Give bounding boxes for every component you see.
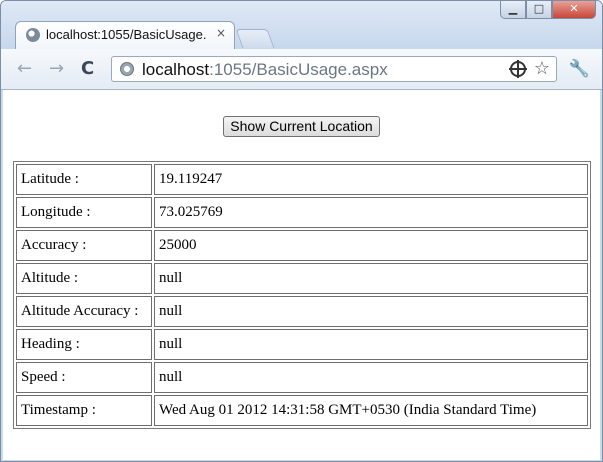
browser-tab[interactable]: localhost:1055/BasicUsage. × xyxy=(15,21,235,49)
row-label: Altitude Accuracy : xyxy=(16,296,152,327)
address-bar[interactable]: localhost:1055/BasicUsage.aspx ☆ xyxy=(111,56,557,82)
back-arrow-icon[interactable]: ← xyxy=(17,59,32,79)
page-icon xyxy=(120,62,134,76)
row-label: Heading : xyxy=(16,329,152,360)
maximize-button[interactable]: □ xyxy=(526,1,552,19)
row-value: null xyxy=(154,296,588,327)
row-value: Wed Aug 01 2012 14:31:58 GMT+0530 (India… xyxy=(154,395,588,426)
forward-arrow-icon[interactable]: → xyxy=(49,59,64,79)
browser-window: localhost:1055/BasicUsage. × ▁ □ ✕ ← → C… xyxy=(0,0,603,462)
table-row: Longitude : 73.025769 xyxy=(16,197,588,228)
row-value: null xyxy=(154,263,588,294)
row-value: null xyxy=(154,329,588,360)
table-row: Timestamp : Wed Aug 01 2012 14:31:58 GMT… xyxy=(16,395,588,426)
row-label: Latitude : xyxy=(16,164,152,195)
show-current-location-button[interactable]: Show Current Location xyxy=(223,116,380,137)
window-controls: ▁ □ ✕ xyxy=(500,1,596,19)
location-table: Latitude : 19.119247 Longitude : 73.0257… xyxy=(13,161,591,429)
row-label: Timestamp : xyxy=(16,395,152,426)
row-label: Speed : xyxy=(16,362,152,393)
tab-close-icon[interactable]: × xyxy=(216,26,226,40)
row-value: 73.025769 xyxy=(154,197,588,228)
row-value: null xyxy=(154,362,588,393)
wrench-icon[interactable]: 🔧 xyxy=(569,59,590,79)
row-value: 25000 xyxy=(154,230,588,261)
new-tab-button[interactable] xyxy=(235,29,275,48)
reload-icon[interactable]: C xyxy=(81,59,94,79)
star-icon[interactable]: ☆ xyxy=(534,58,550,79)
browser-toolbar: ← → C localhost:1055/BasicUsage.aspx ☆ 🔧 xyxy=(1,49,602,90)
table-row: Latitude : 19.119247 xyxy=(16,164,588,195)
globe-icon xyxy=(26,28,40,42)
url-path: :1055/BasicUsage.aspx xyxy=(209,60,388,79)
table-row: Altitude : null xyxy=(16,263,588,294)
table-row: Altitude Accuracy : null xyxy=(16,296,588,327)
close-window-button[interactable]: ✕ xyxy=(552,1,596,19)
page-content: Show Current Location Latitude : 19.1192… xyxy=(3,90,600,460)
row-label: Altitude : xyxy=(16,263,152,294)
table-row: Heading : null xyxy=(16,329,588,360)
tab-strip: localhost:1055/BasicUsage. × ▁ □ ✕ xyxy=(1,1,602,49)
row-label: Longitude : xyxy=(16,197,152,228)
minimize-button[interactable]: ▁ xyxy=(500,1,526,19)
crosshair-icon[interactable] xyxy=(509,60,527,78)
table-row: Speed : null xyxy=(16,362,588,393)
tab-title: localhost:1055/BasicUsage. xyxy=(46,27,207,42)
row-label: Accuracy : xyxy=(16,230,152,261)
url-text[interactable]: localhost:1055/BasicUsage.aspx xyxy=(142,60,388,80)
row-value: 19.119247 xyxy=(154,164,588,195)
table-row: Accuracy : 25000 xyxy=(16,230,588,261)
url-host: localhost xyxy=(142,60,210,79)
button-container: Show Current Location xyxy=(3,116,600,137)
